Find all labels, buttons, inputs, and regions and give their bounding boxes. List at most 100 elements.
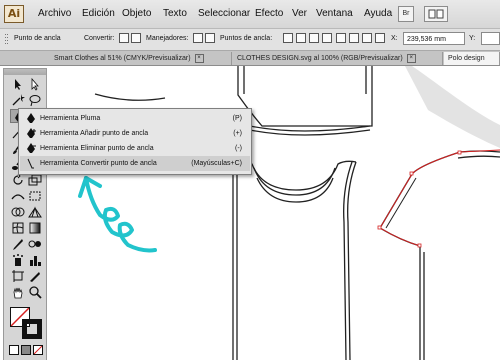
sprayer-icon — [13, 254, 23, 266]
menu-texto[interactable]: Texto — [163, 8, 187, 19]
mesh-tool[interactable] — [10, 221, 26, 235]
menu-edicion[interactable]: Edición — [82, 8, 115, 19]
free-transform-icon — [29, 191, 41, 201]
arrange-icon — [428, 9, 444, 19]
slash-icon — [33, 345, 43, 355]
rotate-icon — [13, 173, 23, 185]
graph-icon — [30, 256, 41, 266]
menu-item-convert-anchor[interactable]: Herramienta Convertir punto de ancla (Ma… — [20, 156, 250, 171]
tool-name-label: Punto de ancla — [14, 35, 61, 42]
width-tool[interactable] — [10, 189, 26, 203]
slice-tool[interactable] — [27, 269, 43, 283]
magic-wand-tool[interactable] — [10, 93, 26, 107]
menu-objeto[interactable]: Objeto — [122, 8, 151, 19]
default-colors-icon[interactable] — [9, 345, 19, 355]
close-icon[interactable]: × — [194, 53, 204, 63]
convert-label: Convertir: — [84, 35, 115, 42]
rotate-tool[interactable] — [10, 173, 26, 187]
menu-item-shortcut: (Mayúsculas+C) — [191, 160, 242, 167]
convert-corner-icon[interactable] — [119, 33, 129, 43]
convert-smooth-icon[interactable] — [131, 33, 141, 43]
gradient-icon — [29, 222, 41, 234]
blend-tool[interactable] — [27, 237, 43, 251]
delete-anchor-pen-icon — [27, 143, 36, 153]
isolate-icon[interactable] — [322, 33, 332, 43]
tab-polo-design[interactable]: Polo design — [444, 52, 500, 65]
perspective-grid-tool[interactable] — [27, 205, 43, 219]
menu-item-label: Herramienta Eliminar punto de ancla — [40, 145, 154, 152]
add-anchor-pen-icon — [27, 128, 36, 138]
symbol-sprayer-tool[interactable] — [10, 253, 26, 267]
menu-item-label: Herramienta Pluma — [40, 115, 101, 122]
menu-archivo[interactable]: Archivo — [38, 8, 71, 19]
scale-icon — [28, 174, 42, 186]
bridge-button[interactable]: Br — [398, 6, 414, 22]
menu-efecto[interactable]: Efecto — [255, 8, 283, 19]
menu-item-delete-anchor[interactable]: Herramienta Eliminar punto de ancla (-) — [20, 141, 250, 156]
cut-path-icon[interactable] — [309, 33, 319, 43]
direct-selection-tool[interactable] — [27, 77, 43, 91]
menu-ventana[interactable]: Ventana — [316, 8, 353, 19]
reference-point-icon[interactable] — [375, 33, 385, 43]
menu-seleccionar[interactable]: Seleccionar — [198, 8, 250, 19]
menu-item-add-anchor[interactable]: Herramienta Añadir punto de ancla (+) — [20, 126, 250, 141]
arrow-icon — [15, 79, 21, 90]
menu-ver[interactable]: Ver — [292, 8, 307, 19]
menu-bar: Ai Archivo Edición Objeto Texto Seleccio… — [0, 0, 500, 29]
show-handles-icon[interactable] — [193, 33, 203, 43]
gradient-tool[interactable] — [27, 221, 43, 235]
connect-endpoints-icon[interactable] — [296, 33, 306, 43]
menu-item-label: Herramienta Añadir punto de ancla — [40, 130, 149, 137]
eyedropper-icon — [13, 239, 23, 250]
x-coordinate-field[interactable]: 239,536 mm — [403, 32, 465, 45]
annotation-arrow — [78, 176, 157, 253]
panel-grip[interactable] — [4, 69, 46, 75]
grip-icon — [5, 34, 8, 44]
none-mode-icon[interactable] — [33, 345, 43, 355]
shape-builder-icon — [11, 207, 25, 217]
y-coordinate-field[interactable] — [481, 32, 500, 45]
slice-icon — [30, 272, 40, 282]
tab-label: CLOTHES DESIGN.svg al 100% (RGB/Previsua… — [237, 55, 403, 62]
scale-tool[interactable] — [27, 173, 43, 187]
align-icon[interactable] — [336, 33, 346, 43]
hide-handles-icon[interactable] — [205, 33, 215, 43]
menu-item-pen[interactable]: Herramienta Pluma (P) — [20, 111, 250, 126]
transform-icon[interactable] — [349, 33, 359, 43]
artboard-tool[interactable] — [10, 269, 26, 283]
handles-label: Manejadores: — [146, 35, 189, 42]
width-icon — [11, 194, 25, 200]
mesh-icon — [12, 222, 24, 234]
menu-item-shortcut: (P) — [232, 115, 242, 122]
zoom-tool[interactable] — [27, 285, 43, 299]
distribute-icon[interactable] — [362, 33, 372, 43]
close-icon[interactable]: × — [406, 53, 416, 63]
anchors-label: Puntos de ancla: — [220, 35, 273, 42]
lasso-tool[interactable] — [27, 93, 43, 107]
tab-clothes-design[interactable]: CLOTHES DESIGN.svg al 100% (RGB/Previsua… — [233, 52, 443, 65]
tab-smart-clothes[interactable]: Smart Clothes al 51% (CMYK/Previsualizar… — [50, 52, 232, 65]
y-label: Y: — [469, 35, 476, 42]
free-transform-tool[interactable] — [27, 189, 43, 203]
hollow-arrow-icon — [31, 77, 39, 91]
document-tabs: Smart Clothes al 51% (CMYK/Previsualizar… — [0, 51, 500, 66]
gradient-mode-icon[interactable] — [21, 345, 31, 355]
selection-tool[interactable] — [10, 77, 26, 91]
hand-tool[interactable] — [10, 285, 26, 299]
column-graph-tool[interactable] — [27, 253, 43, 267]
menu-item-shortcut: (+) — [233, 130, 242, 137]
tab-label: Polo design — [448, 55, 485, 62]
stroke-swatch[interactable] — [22, 319, 42, 339]
x-label: X: — [391, 35, 398, 42]
menu-item-shortcut: (-) — [235, 145, 242, 152]
shape-builder-tool[interactable] — [10, 205, 26, 219]
tab-label: Smart Clothes al 51% (CMYK/Previsualizar… — [54, 55, 191, 62]
pen-icon — [27, 113, 35, 123]
arrange-documents-button[interactable] — [424, 6, 448, 22]
remove-anchor-icon[interactable] — [283, 33, 293, 43]
artboard-icon — [12, 270, 24, 282]
eyedropper-tool[interactable] — [10, 237, 26, 251]
menu-ayuda[interactable]: Ayuda — [364, 8, 392, 19]
perspective-icon — [28, 206, 42, 218]
lasso-icon — [29, 95, 41, 107]
